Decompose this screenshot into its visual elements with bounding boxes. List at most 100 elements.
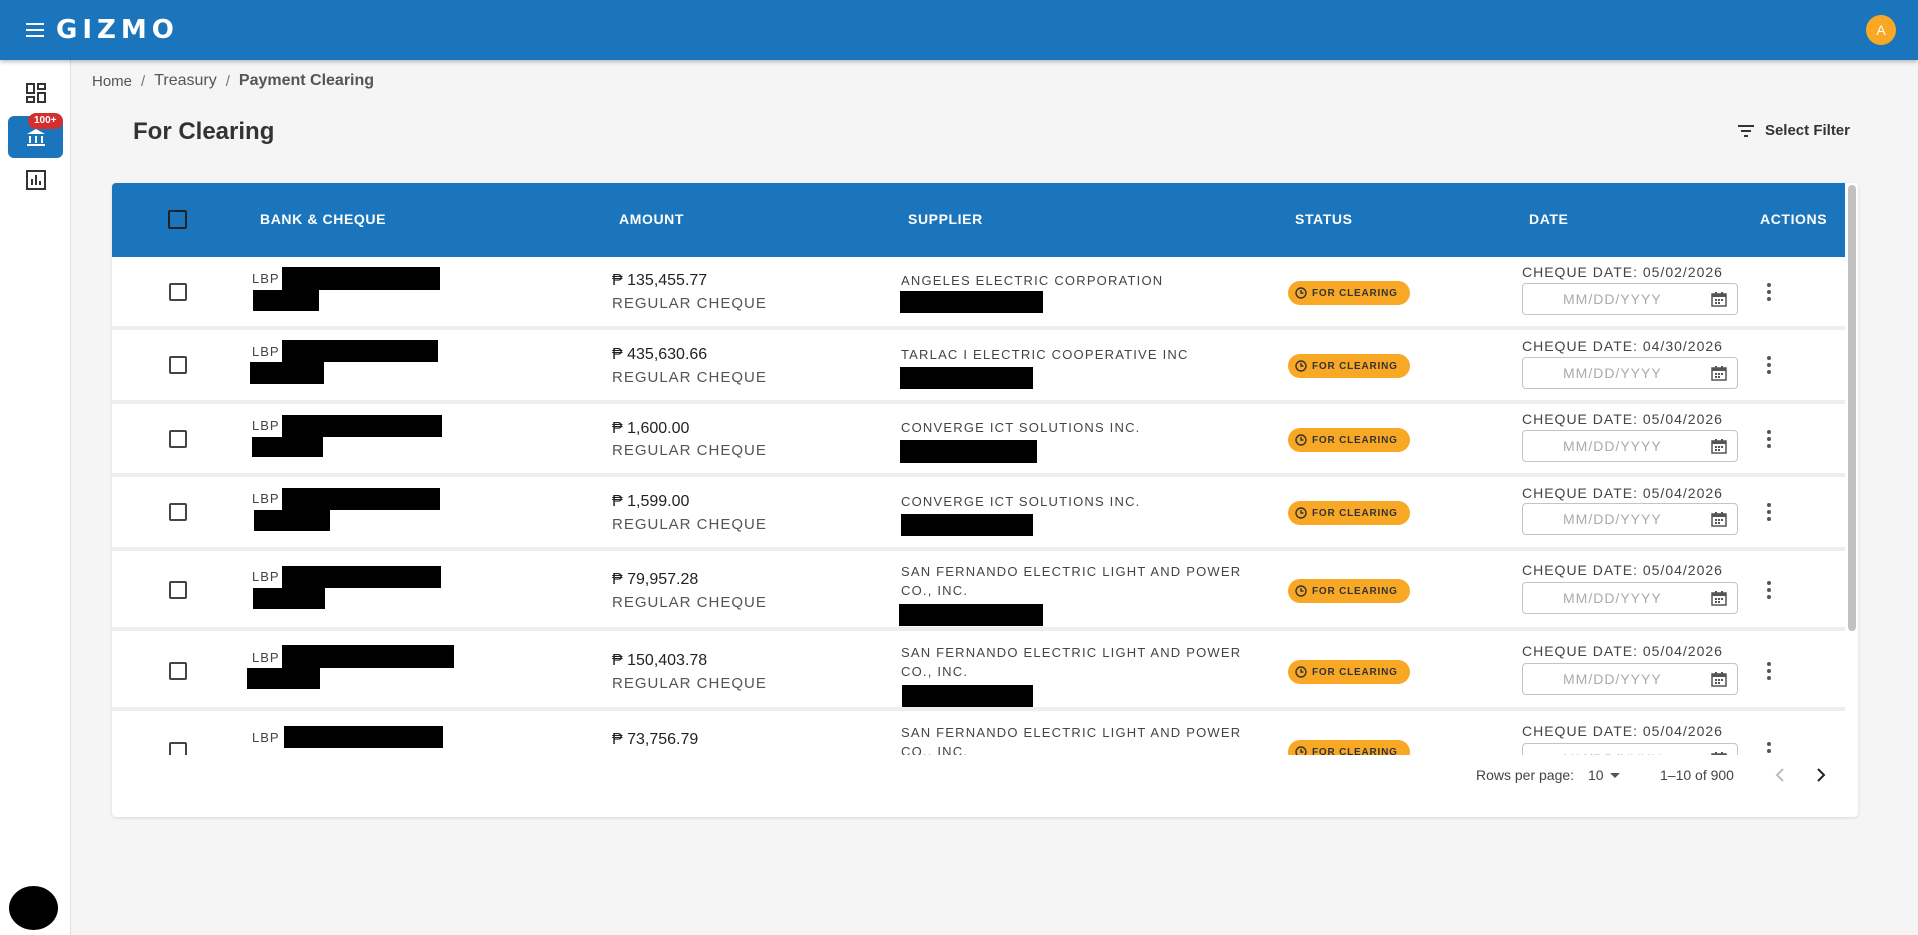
calendar-icon[interactable] (1711, 291, 1727, 307)
amount-value: ₱ 135,455.77 (612, 272, 708, 289)
calendar-icon[interactable] (1711, 365, 1727, 381)
status-badge: FOR CLEARING (1288, 660, 1410, 684)
user-avatar[interactable]: A (1866, 15, 1896, 45)
row-checkbox[interactable] (169, 503, 187, 521)
select-all-checkbox[interactable] (168, 210, 187, 229)
cheque-type: REGULAR CHEQUE (612, 594, 767, 611)
cheque-type: REGULAR CHEQUE (612, 516, 767, 533)
sidebar-item-dashboard[interactable] (8, 72, 63, 114)
clearing-date-field[interactable] (1522, 503, 1738, 535)
clearing-date-input[interactable] (1523, 583, 1703, 613)
user-circle[interactable] (9, 886, 58, 930)
bank-name: LBP (252, 650, 280, 665)
breadcrumb-home[interactable]: Home (92, 73, 132, 90)
clearing-date-input[interactable] (1523, 358, 1703, 388)
select-filter-button[interactable]: Select Filter (1737, 122, 1850, 139)
row-checkbox[interactable] (169, 742, 187, 755)
clearing-date-field[interactable] (1522, 663, 1738, 695)
row-checkbox[interactable] (169, 356, 187, 374)
table-row: LBP ₱ 135,455.77 REGULAR CHEQUE ANGELES … (112, 257, 1845, 330)
status-label: FOR CLEARING (1312, 666, 1398, 678)
redacted-block (282, 488, 440, 510)
pagination-range: 1–10 of 900 (1660, 767, 1734, 783)
supplier-name: CONVERGE ICT SOLUTIONS INC. (901, 494, 1141, 509)
row-checkbox[interactable] (169, 581, 187, 599)
clock-icon (1295, 666, 1307, 678)
row-actions-menu-icon[interactable] (1759, 281, 1779, 305)
chevron-right-icon[interactable] (1809, 763, 1833, 787)
calendar-icon[interactable] (1711, 438, 1727, 454)
redacted-block (282, 415, 442, 437)
supplier-name: SAN FERNANDO ELECTRIC LIGHT AND POWER CO… (901, 725, 1242, 755)
breadcrumb-current: Payment Clearing (238, 72, 375, 89)
column-header-supplier[interactable]: SUPPLIER (908, 211, 983, 227)
sidebar-item-reports[interactable] (8, 159, 63, 201)
column-header-amount[interactable]: AMOUNT (619, 211, 684, 227)
dashboard-icon (25, 83, 46, 103)
sidebar-item-treasury[interactable]: 100+ (8, 113, 63, 158)
clearing-date-input[interactable] (1523, 744, 1703, 755)
page-title: For Clearing (133, 118, 275, 145)
clearing-table-card: BANK & CHEQUE AMOUNT SUPPLIER STATUS DAT… (112, 183, 1858, 817)
redacted-block (901, 514, 1033, 536)
clearing-date-field[interactable] (1522, 743, 1738, 755)
supplier-name: TARLAC I ELECTRIC COOPERATIVE INC (901, 347, 1189, 362)
clock-icon (1295, 287, 1307, 299)
bar-chart-icon (25, 170, 46, 190)
redacted-block (284, 726, 443, 748)
clearing-date-input[interactable] (1523, 664, 1703, 694)
app-logo[interactable]: GIZMO (56, 14, 179, 46)
redacted-block (282, 267, 440, 290)
bank-name: LBP (252, 730, 280, 745)
clearing-date-input[interactable] (1523, 504, 1703, 534)
calendar-icon[interactable] (1711, 590, 1727, 606)
breadcrumb: Home / Treasury / Payment Clearing (92, 72, 374, 90)
table-row: LBP ₱ 150,403.78 REGULAR CHEQUE SAN FERN… (112, 631, 1845, 711)
chevron-left-icon[interactable] (1768, 763, 1792, 787)
row-actions-menu-icon[interactable] (1759, 354, 1779, 378)
row-checkbox[interactable] (169, 283, 187, 301)
bank-name: LBP (252, 569, 280, 584)
clearing-date-field[interactable] (1522, 582, 1738, 614)
filter-icon (1737, 124, 1754, 137)
clearing-date-field[interactable] (1522, 430, 1738, 462)
bank-icon (26, 129, 45, 146)
clock-icon (1295, 360, 1307, 372)
status-label: FOR CLEARING (1312, 507, 1398, 519)
rows-per-page-select[interactable]: 10 (1588, 767, 1620, 783)
cheque-date: CHEQUE DATE: 05/04/2026 (1522, 562, 1723, 578)
status-badge: FOR CLEARING (1288, 354, 1410, 378)
cheque-type: REGULAR CHEQUE (612, 369, 767, 386)
clearing-date-input[interactable] (1523, 284, 1703, 314)
redacted-block (253, 290, 319, 311)
breadcrumb-treasury[interactable]: Treasury (154, 72, 217, 90)
status-badge: FOR CLEARING (1288, 579, 1410, 603)
row-actions-menu-icon[interactable] (1759, 740, 1779, 755)
redacted-block (282, 340, 438, 362)
row-actions-menu-icon[interactable] (1759, 579, 1779, 603)
column-header-bank-cheque[interactable]: BANK & CHEQUE (260, 211, 386, 227)
calendar-icon[interactable] (1711, 671, 1727, 687)
clearing-date-field[interactable] (1522, 283, 1738, 315)
cheque-date: CHEQUE DATE: 05/04/2026 (1522, 485, 1723, 501)
cheque-type: REGULAR CHEQUE (612, 442, 767, 459)
column-header-status[interactable]: STATUS (1295, 211, 1353, 227)
calendar-icon[interactable] (1711, 511, 1727, 527)
row-actions-menu-icon[interactable] (1759, 428, 1779, 452)
row-checkbox[interactable] (169, 430, 187, 448)
cheque-type: REGULAR CHEQUE (612, 675, 767, 692)
row-checkbox[interactable] (169, 662, 187, 680)
status-label: FOR CLEARING (1312, 287, 1398, 299)
clearing-date-field[interactable] (1522, 357, 1738, 389)
row-actions-menu-icon[interactable] (1759, 501, 1779, 525)
breadcrumb-separator: / (141, 72, 146, 90)
supplier-name: SAN FERNANDO ELECTRIC LIGHT AND POWER CO… (901, 645, 1242, 679)
status-badge: FOR CLEARING (1288, 428, 1410, 452)
redacted-block (282, 566, 441, 588)
column-header-date[interactable]: DATE (1529, 211, 1568, 227)
row-actions-menu-icon[interactable] (1759, 660, 1779, 684)
clearing-date-input[interactable] (1523, 431, 1703, 461)
menu-icon[interactable] (22, 18, 50, 42)
vertical-scrollbar[interactable] (1848, 185, 1856, 631)
table-row: LBP ₱ 1,599.00 REGULAR CHEQUE CONVERGE I… (112, 477, 1845, 551)
